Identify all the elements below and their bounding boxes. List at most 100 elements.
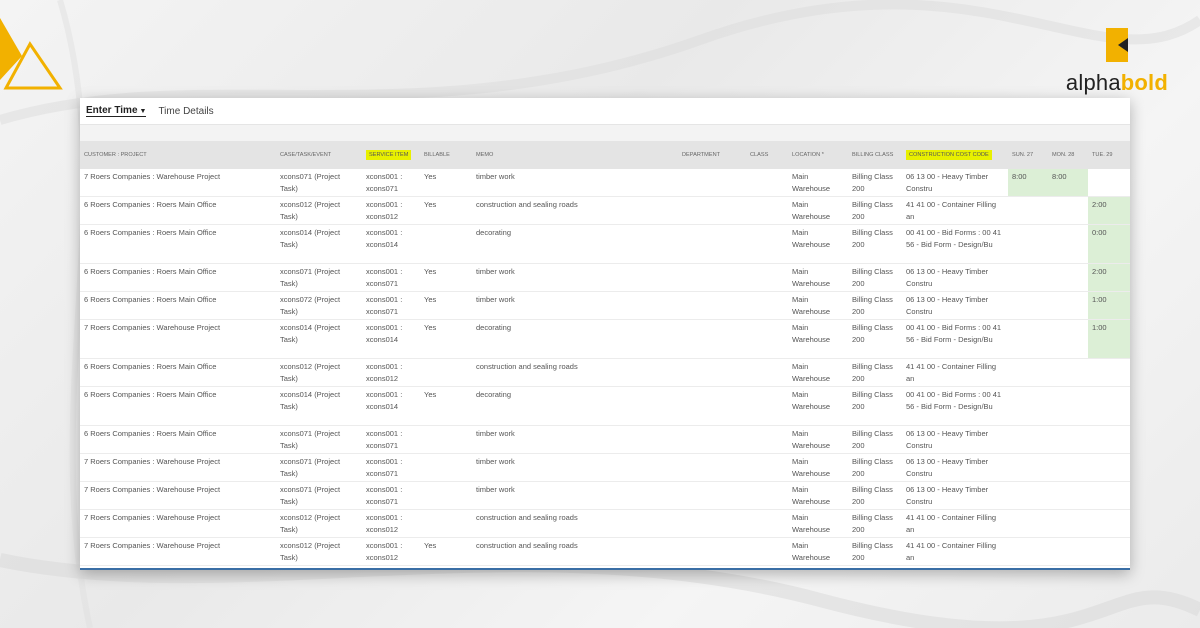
- cell-mon[interactable]: [1048, 224, 1088, 264]
- cell-mon[interactable]: [1048, 196, 1088, 225]
- cell-customer[interactable]: 6 Roers Companies : Roers Main Office: [80, 386, 276, 426]
- cell-class[interactable]: [746, 386, 788, 426]
- cell-case[interactable]: xcons071 (Project Task): [276, 263, 362, 292]
- cell-billable[interactable]: [420, 481, 472, 510]
- cell-mon[interactable]: [1048, 481, 1088, 510]
- cell-ccc[interactable]: 00 41 00 - Bid Forms : 00 41 56 - Bid Fo…: [902, 224, 1008, 264]
- cell-location[interactable]: Main Warehouse: [788, 509, 848, 538]
- cell-service[interactable]: xcons001 : xcons012: [362, 537, 420, 566]
- table-row[interactable]: 7 Roers Companies : Warehouse Project xco…: [80, 537, 1130, 566]
- cell-sun[interactable]: [1008, 224, 1048, 264]
- cell-billing[interactable]: Billing Class 200: [848, 425, 902, 454]
- table-row[interactable]: 6 Roers Companies : Roers Main Office xco…: [80, 263, 1130, 292]
- cell-billing[interactable]: Billing Class 200: [848, 196, 902, 225]
- cell-billing[interactable]: Billing Class 200: [848, 224, 902, 264]
- cell-sun[interactable]: 8:00: [1008, 169, 1048, 197]
- col-location[interactable]: LOCATION *: [788, 141, 848, 169]
- cell-tue[interactable]: [1088, 169, 1130, 197]
- cell-billable[interactable]: [420, 358, 472, 387]
- cell-service[interactable]: xcons001 : xcons014: [362, 224, 420, 264]
- cell-memo[interactable]: decorating: [472, 386, 678, 426]
- cell-ccc[interactable]: 41 41 00 - Container Filling an: [902, 358, 1008, 387]
- cell-memo[interactable]: timber work: [472, 169, 678, 197]
- cell-ccc[interactable]: 00 41 00 - Bid Forms : 00 41 56 - Bid Fo…: [902, 386, 1008, 426]
- table-row[interactable]: 7 Roers Companies : Warehouse Project xco…: [80, 509, 1130, 538]
- cell-mon[interactable]: [1048, 319, 1088, 359]
- col-service-item[interactable]: SERVICE ITEM: [362, 141, 420, 169]
- cell-mon[interactable]: [1048, 453, 1088, 482]
- cell-service[interactable]: xcons001 : xcons012: [362, 509, 420, 538]
- cell-customer[interactable]: 7 Roers Companies : Warehouse Project: [80, 537, 276, 566]
- cell-class[interactable]: [746, 537, 788, 566]
- cell-tue[interactable]: 0:00: [1088, 224, 1130, 264]
- cell-customer[interactable]: 7 Roers Companies : Warehouse Project: [80, 319, 276, 359]
- cell-case[interactable]: xcons014 (Project Task): [276, 319, 362, 359]
- table-row[interactable]: 6 Roers Companies : Roers Main Office xco…: [80, 291, 1130, 320]
- cell-memo[interactable]: construction and sealing roads: [472, 509, 678, 538]
- table-row[interactable]: 6 Roers Companies : Roers Main Office xco…: [80, 386, 1130, 426]
- col-case-task-event[interactable]: CASE/TASK/EVENT: [276, 141, 362, 169]
- cell-billing[interactable]: Billing Class 200: [848, 263, 902, 292]
- cell-department[interactable]: [678, 263, 746, 292]
- col-billing-class[interactable]: BILLING CLASS: [848, 141, 902, 169]
- cell-ccc[interactable]: 41 41 00 - Container Filling an: [902, 537, 1008, 566]
- cell-service[interactable]: xcons001 : xcons014: [362, 386, 420, 426]
- cell-billing[interactable]: Billing Class 200: [848, 537, 902, 566]
- cell-sun[interactable]: [1008, 509, 1048, 538]
- cell-sun[interactable]: [1008, 537, 1048, 566]
- cell-ccc[interactable]: 06 13 00 - Heavy Timber Constru: [902, 263, 1008, 292]
- table-row[interactable]: 6 Roers Companies : Roers Main Office xco…: [80, 224, 1130, 264]
- cell-memo[interactable]: construction and sealing roads: [472, 537, 678, 566]
- cell-case[interactable]: xcons071 (Project Task): [276, 169, 362, 197]
- cell-mon[interactable]: [1048, 263, 1088, 292]
- cell-sun[interactable]: [1008, 291, 1048, 320]
- cell-department[interactable]: [678, 291, 746, 320]
- cell-customer[interactable]: 6 Roers Companies : Roers Main Office: [80, 358, 276, 387]
- cell-case[interactable]: xcons071 (Project Task): [276, 481, 362, 510]
- cell-billing[interactable]: Billing Class 200: [848, 453, 902, 482]
- cell-mon[interactable]: [1048, 537, 1088, 566]
- cell-department[interactable]: [678, 196, 746, 225]
- cell-case[interactable]: xcons012 (Project Task): [276, 509, 362, 538]
- cell-class[interactable]: [746, 481, 788, 510]
- cell-billable[interactable]: [420, 224, 472, 264]
- table-row[interactable]: 7 Roers Companies : Warehouse Project xco…: [80, 319, 1130, 359]
- cell-sun[interactable]: [1008, 386, 1048, 426]
- cell-case[interactable]: xcons014 (Project Task): [276, 386, 362, 426]
- cell-memo[interactable]: timber work: [472, 481, 678, 510]
- tab-time-details[interactable]: Time Details: [158, 106, 213, 117]
- cell-mon[interactable]: [1048, 509, 1088, 538]
- cell-department[interactable]: [678, 224, 746, 264]
- table-row[interactable]: 6 Roers Companies : Roers Main Office xco…: [80, 425, 1130, 454]
- cell-class[interactable]: [746, 319, 788, 359]
- cell-customer[interactable]: 6 Roers Companies : Roers Main Office: [80, 224, 276, 264]
- cell-memo[interactable]: timber work: [472, 263, 678, 292]
- cell-sun[interactable]: [1008, 481, 1048, 510]
- cell-service[interactable]: xcons001 : xcons071: [362, 169, 420, 197]
- cell-memo[interactable]: decorating: [472, 224, 678, 264]
- col-memo[interactable]: MEMO: [472, 141, 678, 169]
- cell-class[interactable]: [746, 224, 788, 264]
- cell-location[interactable]: Main Warehouse: [788, 425, 848, 454]
- cell-service[interactable]: xcons001 : xcons071: [362, 425, 420, 454]
- cell-billing[interactable]: Billing Class 200: [848, 481, 902, 510]
- cell-billing[interactable]: Billing Class 200: [848, 169, 902, 197]
- cell-tue[interactable]: [1088, 386, 1130, 426]
- col-sun[interactable]: SUN. 27: [1008, 141, 1048, 169]
- cell-department[interactable]: [678, 537, 746, 566]
- table-row[interactable]: 7 Roers Companies : Warehouse Project xco…: [80, 453, 1130, 482]
- cell-location[interactable]: Main Warehouse: [788, 263, 848, 292]
- cell-class[interactable]: [746, 358, 788, 387]
- cell-customer[interactable]: 7 Roers Companies : Warehouse Project: [80, 169, 276, 197]
- cell-customer[interactable]: 7 Roers Companies : Warehouse Project: [80, 453, 276, 482]
- cell-billing[interactable]: Billing Class 200: [848, 509, 902, 538]
- cell-service[interactable]: xcons001 : xcons012: [362, 196, 420, 225]
- col-mon[interactable]: MON. 28: [1048, 141, 1088, 169]
- col-billable[interactable]: BILLABLE: [420, 141, 472, 169]
- cell-location[interactable]: Main Warehouse: [788, 453, 848, 482]
- cell-department[interactable]: [678, 481, 746, 510]
- cell-tue[interactable]: [1088, 453, 1130, 482]
- cell-class[interactable]: [746, 263, 788, 292]
- cell-ccc[interactable]: 06 13 00 - Heavy Timber Constru: [902, 169, 1008, 197]
- cell-location[interactable]: Main Warehouse: [788, 358, 848, 387]
